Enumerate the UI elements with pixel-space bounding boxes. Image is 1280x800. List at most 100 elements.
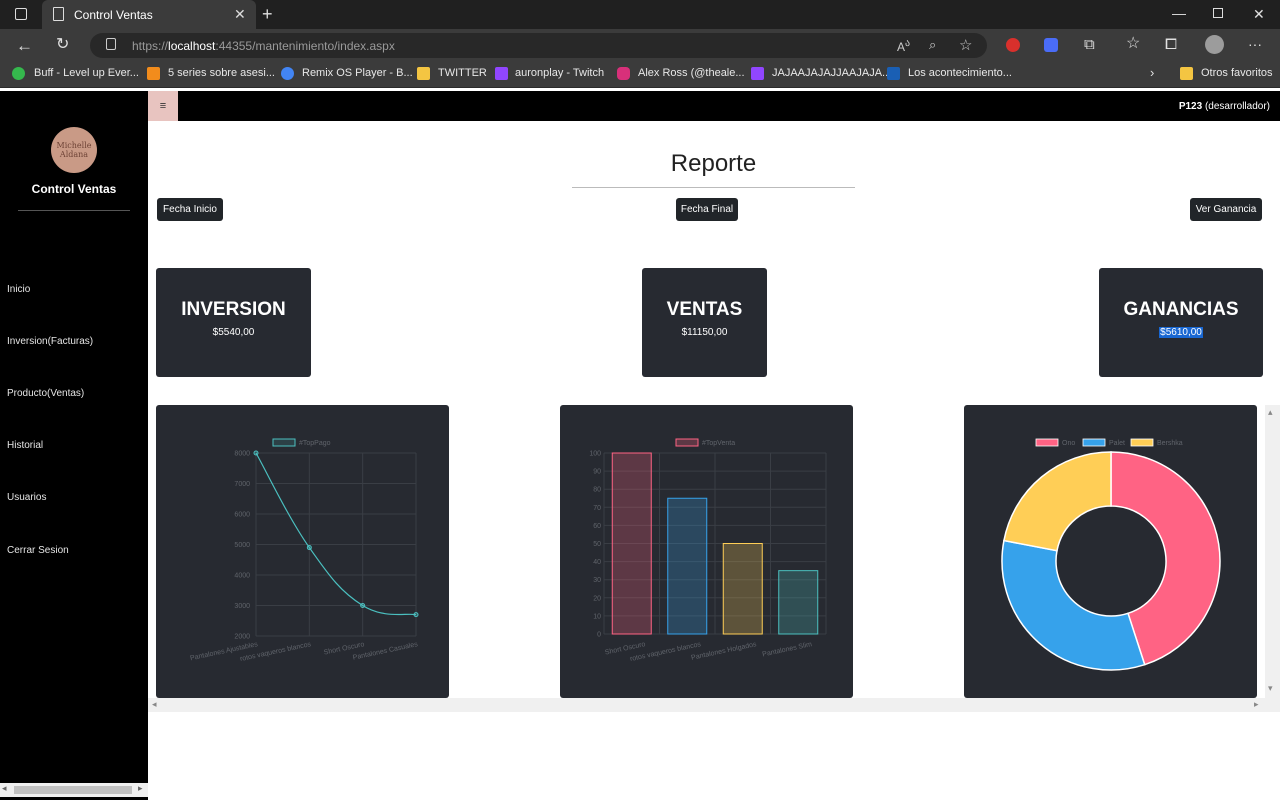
title-underline [572,187,855,188]
refresh-icon[interactable]: ↻ [56,37,69,53]
sidebar-title: Control Ventas [31,182,117,196]
bookmark-5[interactable]: auronplay - Twitch [515,67,604,79]
new-tab-icon[interactable]: + [262,5,273,23]
y-tick-label: 50 [593,541,601,548]
favorite-star-icon[interactable]: ☆ [959,36,972,54]
doughnut-chart-card: Ono Palet Bershka [964,405,1257,698]
sidebar-item-historial[interactable]: Historial [7,440,43,451]
y-tick-label: 3000 [234,603,250,610]
inversion-value: $5540,00 [212,327,255,338]
top-pago-line-chart: 2000300040005000600070008000#TopPagoPant… [190,438,419,663]
scroll-thumb[interactable] [14,786,132,794]
legend-label: Bershka [1157,440,1183,447]
y-tick-label: 4000 [234,573,250,580]
bookmark-icon [147,67,160,80]
ganancias-card: GANANCIAS $5610,00 [1099,268,1263,377]
restore-icon[interactable] [1213,8,1223,18]
doughnut-slice [1001,539,1146,671]
scroll-right-icon[interactable]: ▸ [1254,699,1259,710]
legend-swatch [675,438,699,447]
y-tick-label: 5000 [234,542,250,549]
user-code: P123 [1178,101,1203,112]
scroll-left-icon[interactable]: ◂ [152,699,157,710]
favorites-icon[interactable]: ☆ [1126,36,1140,52]
fecha-final-button[interactable]: Fecha Final [676,198,738,221]
sidebar-item-producto[interactable]: Producto(Ventas) [7,388,84,399]
shield-extension-icon[interactable] [1044,38,1058,52]
back-icon[interactable]: ← [16,37,33,54]
bookmark-2[interactable]: 5 series sobre asesi... [168,67,275,79]
sidebar-divider [18,210,130,211]
content-v-scrollbar[interactable]: ▴ ▾ [1265,405,1280,712]
tab-actions-icon[interactable] [15,8,27,20]
bookmark-7[interactable]: JAJAAJAJAJJAAJAJA... [772,67,891,79]
legend-swatch [1035,438,1059,447]
logo-text-2: Aldana [59,150,89,159]
sidebar-scrollbar[interactable]: ◂ ▸ [0,783,148,797]
minimize-icon[interactable]: — [1172,6,1186,20]
legend-label: #TopVenta [702,440,735,447]
bookmark-6[interactable]: Alex Ross (@theale... [638,67,745,79]
bar [611,452,652,635]
read-aloud-icon[interactable]: Aა [897,38,910,54]
sidebar-item-inicio[interactable]: Inicio [7,284,30,295]
menu-toggle-icon[interactable]: ≡ [148,91,178,121]
y-tick-label: 20 [593,595,601,602]
ver-ganancia-button[interactable]: Ver Ganancia [1190,198,1262,221]
twitch-icon [751,67,764,80]
scroll-right-icon[interactable]: ▸ [138,783,143,794]
twitch-icon [495,67,508,80]
bar [722,543,763,635]
top-bar [148,91,1280,121]
sidebar-item-inversion[interactable]: Inversion(Facturas) [7,336,93,347]
close-tab-icon[interactable]: ✕ [234,6,246,23]
scroll-left-icon[interactable]: ◂ [2,783,7,794]
y-tick-label: 60 [593,523,601,530]
user-role: (desarrollador) [1204,101,1270,112]
y-tick-label: 90 [593,469,601,476]
more-menu-icon[interactable]: ··· [1248,37,1262,51]
instagram-icon [617,67,630,80]
folder-icon [1180,67,1193,80]
extensions-icon[interactable]: ⧉ [1084,37,1095,52]
chevron-right-icon[interactable]: › [1150,66,1154,79]
x-tick-label: Pantalones Slim [762,641,813,658]
sidebar-item-usuarios[interactable]: Usuarios [7,492,46,503]
bookmark-3[interactable]: Remix OS Player - B... [302,67,413,79]
bookmark-1[interactable]: Buff - Level up Ever... [34,67,139,79]
zoom-icon[interactable]: ⌕ [929,37,936,53]
logo-text-1: Michelle [56,141,92,150]
y-tick-label: 100 [589,451,601,458]
browser-tab[interactable]: Control Ventas ✕ [42,0,256,29]
ventas-value: $11150,00 [681,327,728,338]
fecha-inicio-button[interactable]: Fecha Inicio [157,198,223,221]
bookmark-8[interactable]: Los acontecimiento... [908,67,1012,79]
brand-logo: Michelle Aldana [51,127,97,173]
doughnut-slice [1003,451,1112,552]
other-favorites[interactable]: Otros favoritos [1201,67,1273,79]
data-point [253,450,259,456]
line-chart-card: 2000 3000 4000 5000 6000 7000 8000 #TopPago Pant… [156,405,449,698]
url-field[interactable]: https://localhost:44355/mantenimiento/in… [90,33,987,58]
sidebar-item-cerrar-sesion[interactable]: Cerrar Sesion [7,545,69,556]
bookmark-icon [12,67,25,80]
y-tick-label: 40 [593,559,601,566]
lock-icon [106,38,116,50]
content-h-scrollbar[interactable]: ◂ ▸ [148,698,1265,712]
scroll-down-icon[interactable]: ▾ [1268,683,1273,694]
y-tick-label: 7000 [234,481,250,488]
data-point [413,612,419,618]
data-point [360,603,366,608]
scroll-up-icon[interactable]: ▴ [1268,407,1273,418]
bookmark-icon [281,67,294,80]
legend-swatch [1082,438,1106,447]
y-tick-label: 10 [593,613,601,620]
y-tick-label: 8000 [234,451,250,458]
profile-avatar-icon[interactable] [1205,35,1224,54]
legend-label: Palet [1109,440,1125,447]
close-window-icon[interactable]: ✕ [1253,7,1265,21]
bookmark-4[interactable]: TWITTER [438,67,487,79]
adblock-icon[interactable] [1006,38,1020,52]
collections-icon[interactable]: ⧠ [1165,37,1177,52]
top-venta-bar-chart: 0102030405060708090100#TopVentaShort Osc… [589,438,827,663]
